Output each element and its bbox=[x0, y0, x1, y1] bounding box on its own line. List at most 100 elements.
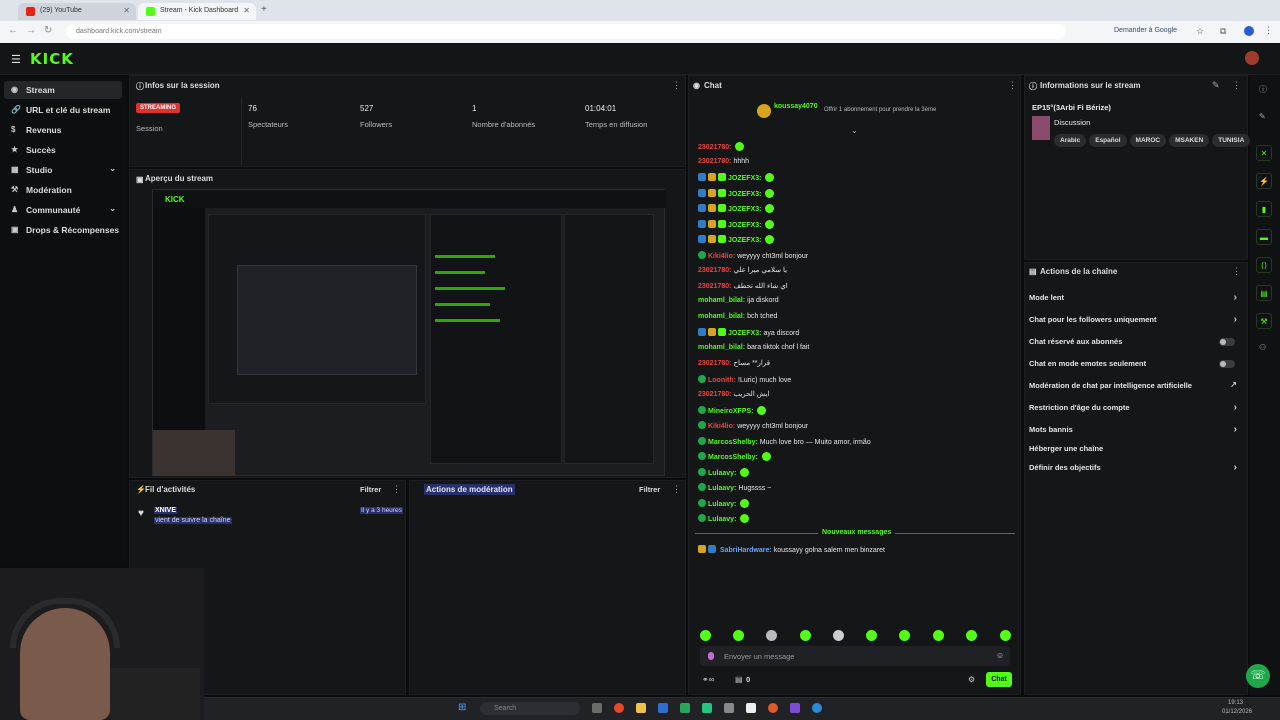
folder-icon[interactable] bbox=[636, 703, 646, 713]
more-options-icon[interactable]: ⋮ bbox=[672, 484, 681, 495]
edit-pencil-icon[interactable]: ✎ bbox=[1259, 112, 1266, 121]
new-tab-button[interactable]: + bbox=[261, 4, 267, 15]
forward-icon[interactable]: → bbox=[26, 25, 36, 36]
taskbar-search[interactable]: Search bbox=[480, 702, 580, 715]
sidebar-item-communaute[interactable]: ♟ Communauté ⌄ bbox=[4, 201, 122, 219]
settings-gear-icon[interactable]: ⚙ bbox=[968, 675, 975, 684]
chat-send-button[interactable]: Chat bbox=[986, 672, 1012, 687]
user-avatar[interactable] bbox=[1245, 51, 1259, 65]
support-chat-button[interactable]: ☏ bbox=[1246, 664, 1270, 688]
sidebar-item-stream[interactable]: ◉ Stream bbox=[4, 81, 122, 99]
taskbar-app-icon[interactable] bbox=[702, 703, 712, 713]
close-icon[interactable]: ✕ bbox=[243, 6, 250, 15]
emote-icon[interactable] bbox=[800, 630, 811, 641]
more-options-icon[interactable]: ⋮ bbox=[392, 484, 401, 495]
chevron-down-icon[interactable]: ⌄ bbox=[851, 126, 858, 135]
code-icon[interactable]: ⟨⟩ bbox=[1256, 257, 1272, 273]
emoji-icon[interactable]: ☺ bbox=[996, 651, 1004, 660]
microphone-icon[interactable] bbox=[708, 652, 714, 660]
edge-icon[interactable] bbox=[812, 703, 822, 713]
emote-icon[interactable] bbox=[733, 630, 744, 641]
sidebar-item-url-key[interactable]: 🔗 URL et clé du stream bbox=[4, 101, 122, 119]
settings-gear-icon[interactable] bbox=[724, 703, 734, 713]
action-banned-words[interactable]: Mots bannis › bbox=[1029, 424, 1239, 441]
tag[interactable]: Arabic bbox=[1054, 134, 1087, 147]
wrench-icon[interactable]: ⚒ bbox=[1256, 313, 1272, 329]
close-icon[interactable]: ✕ bbox=[123, 6, 130, 15]
sidebar-item-succes[interactable]: ★ Succès bbox=[4, 141, 122, 159]
sidebar-item-revenus[interactable]: $ Revenus bbox=[4, 121, 122, 139]
tag[interactable]: TUNISIA bbox=[1212, 134, 1251, 147]
kick-logo[interactable]: KICK bbox=[30, 50, 74, 68]
tag[interactable]: MAROC bbox=[1129, 134, 1167, 147]
taskbar-app-icon[interactable] bbox=[790, 703, 800, 713]
reload-icon[interactable]: ↻ bbox=[44, 25, 52, 36]
emote-icon[interactable] bbox=[700, 630, 711, 641]
layout-icon[interactable]: ▤ bbox=[1256, 285, 1272, 301]
activity-filter-button[interactable]: Filtrer bbox=[360, 485, 381, 494]
edit-pencil-icon[interactable]: ✎ bbox=[1212, 80, 1220, 91]
moderation-tool-icon[interactable]: ✕ bbox=[1256, 145, 1272, 161]
taskbar-app-icon[interactable] bbox=[680, 703, 690, 713]
emote-icon[interactable] bbox=[966, 630, 977, 641]
address-bar[interactable]: dashboard.kick.com/stream bbox=[66, 24, 1066, 39]
lightning-icon[interactable]: ⚡ bbox=[1256, 173, 1272, 189]
stream-preview-video[interactable]: KICK bbox=[152, 189, 666, 476]
badge-icon bbox=[708, 204, 716, 212]
emote-icon[interactable] bbox=[1000, 630, 1011, 641]
moderation-filter-button[interactable]: Filtrer bbox=[639, 485, 660, 494]
action-subscribers-only[interactable]: Chat réservé aux abonnés bbox=[1029, 337, 1239, 353]
browser-tab-youtube[interactable]: (29) YouTube ✕ bbox=[18, 3, 136, 20]
category-name[interactable]: Discussion bbox=[1054, 118, 1090, 127]
extensions-icon[interactable]: ⧉ bbox=[1220, 26, 1226, 37]
info-icon[interactable]: ⓘ bbox=[1259, 84, 1267, 95]
taskbar-app-icon[interactable] bbox=[746, 703, 756, 713]
action-followers-only[interactable]: Chat pour les followers uniquement › bbox=[1029, 314, 1239, 331]
more-options-icon[interactable]: ⋮ bbox=[1232, 266, 1241, 277]
action-emotes-only[interactable]: Chat en mode emotes seulement bbox=[1029, 359, 1239, 375]
action-host-channel[interactable]: Héberger une chaîne bbox=[1029, 444, 1239, 460]
link-icon[interactable]: ⚭∞ bbox=[702, 675, 714, 684]
action-set-goals[interactable]: Définir des objectifs › bbox=[1029, 462, 1239, 479]
people-icon[interactable]: ⚇ bbox=[1259, 343, 1266, 352]
profile-avatar[interactable] bbox=[1244, 26, 1254, 36]
browser-url-bar: ← → ↻ dashboard.kick.com/stream Demander… bbox=[0, 21, 1280, 43]
sidebar-item-moderation[interactable]: ⚒ Modération bbox=[4, 181, 122, 199]
chat-bubble-icon[interactable]: ▬ bbox=[1256, 229, 1272, 245]
action-ai-moderation[interactable]: Modération de chat par intelligence arti… bbox=[1029, 380, 1239, 397]
action-age-restriction[interactable]: Restriction d'âge du compte › bbox=[1029, 402, 1239, 419]
windows-start-icon[interactable]: ⊞ bbox=[458, 702, 466, 713]
emote-icon[interactable] bbox=[766, 630, 777, 641]
more-options-icon[interactable]: ⋮ bbox=[1008, 80, 1017, 91]
tag[interactable]: Español bbox=[1089, 134, 1127, 147]
activity-user[interactable]: XNIVE bbox=[154, 507, 178, 514]
chrome-icon[interactable] bbox=[614, 703, 624, 713]
taskbar-app-icon[interactable] bbox=[658, 703, 668, 713]
taskbar-app-icon[interactable] bbox=[592, 703, 602, 713]
star-icon[interactable]: ☆ bbox=[1196, 26, 1204, 37]
pinned-text: Offrir 1 abonnement pour prendre la 3ème bbox=[824, 107, 937, 113]
chat-message: Kiki4lio: weyyyy cht3ml bonjour bbox=[698, 250, 808, 265]
sidebar-item-drops[interactable]: ▣ Drops & Récompenses bbox=[4, 221, 122, 239]
tag[interactable]: MSAKEN bbox=[1169, 134, 1210, 147]
emote-icon[interactable] bbox=[933, 630, 944, 641]
menu-icon[interactable]: ⋮ bbox=[1264, 25, 1273, 36]
chat-message-input[interactable]: Envoyer un message bbox=[700, 646, 1010, 666]
moderation-actions-panel bbox=[409, 480, 686, 695]
emote-icon[interactable] bbox=[833, 630, 844, 641]
back-icon[interactable]: ← bbox=[8, 25, 18, 36]
translate-button[interactable]: Demander à Google bbox=[1114, 27, 1177, 34]
more-options-icon[interactable]: ⋮ bbox=[1232, 80, 1241, 91]
sidebar-item-studio[interactable]: ▦ Studio ⌄ bbox=[4, 161, 122, 179]
more-options-icon[interactable]: ⋮ bbox=[672, 80, 681, 91]
emote-icon[interactable] bbox=[866, 630, 877, 641]
taskbar-app-icon[interactable] bbox=[768, 703, 778, 713]
pinned-user[interactable]: koussay4070 bbox=[774, 103, 818, 110]
bookmark-icon[interactable]: ▮ bbox=[1256, 201, 1272, 217]
subscribers-only-toggle[interactable] bbox=[1219, 338, 1235, 346]
emote-icon[interactable] bbox=[899, 630, 910, 641]
hamburger-menu-icon[interactable]: ☰ bbox=[11, 53, 21, 66]
action-slow-mode[interactable]: Mode lent › bbox=[1029, 292, 1239, 309]
browser-tab-kick[interactable]: Stream - Kick Dashboard ✕ bbox=[138, 3, 256, 20]
emotes-only-toggle[interactable] bbox=[1219, 360, 1235, 368]
